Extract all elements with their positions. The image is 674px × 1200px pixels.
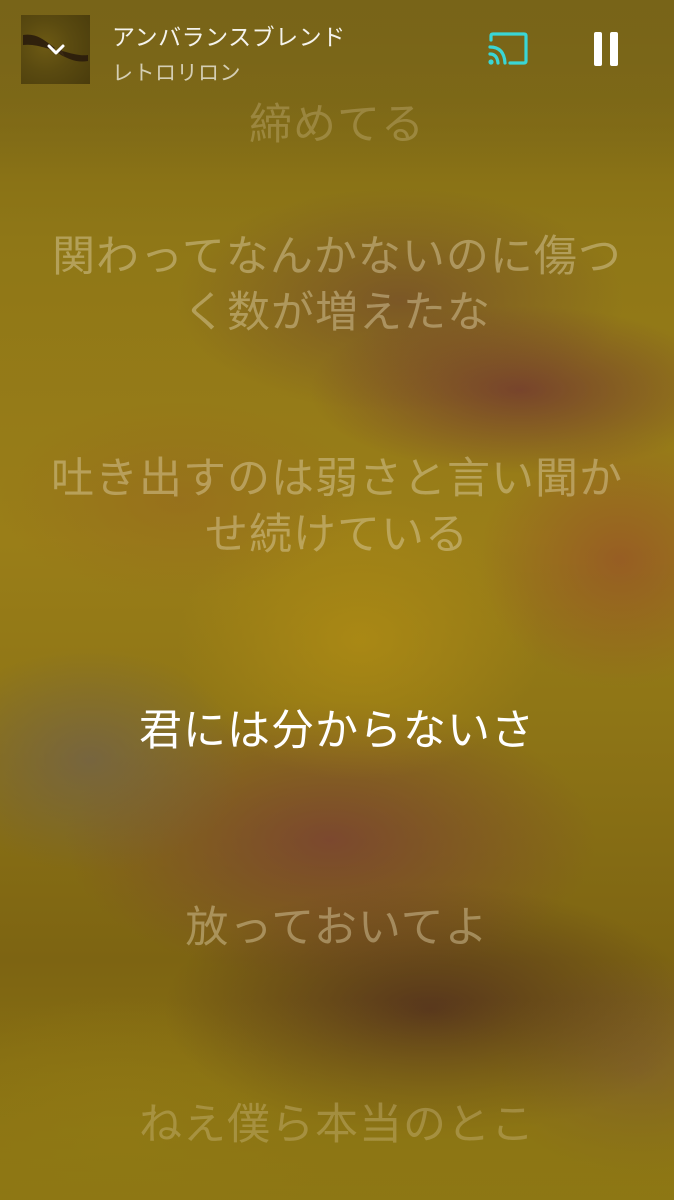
lyric-line[interactable]: 放っておいてよ [0, 900, 674, 956]
now-playing-header: アンバランスブレンド レトロリロン [0, 0, 674, 100]
lyric-line-previous-text: 締めてる [249, 100, 425, 143]
cast-button[interactable] [486, 30, 530, 68]
collapse-button[interactable] [21, 15, 90, 84]
lyrics-screen: 締めてる 関わってなんかないのに傷つく数が増えたな 吐き出すのは弱さと言い聞かせ… [0, 0, 674, 1200]
lyric-line-previous[interactable]: 締めてる [0, 93, 674, 143]
cast-icon [488, 32, 528, 65]
pause-icon [594, 32, 618, 66]
chevron-down-icon [47, 44, 64, 54]
lyric-line[interactable]: 関わってなんかないのに傷つく数が増えたな [0, 229, 674, 341]
song-artist[interactable]: レトロリロン [112, 57, 241, 87]
pause-button[interactable] [586, 28, 626, 70]
lyric-line-current[interactable]: 君には分からないさ [0, 703, 674, 759]
song-title[interactable]: アンバランスブレンド [112, 18, 346, 52]
lyric-line[interactable]: 吐き出すのは弱さと言い聞かせ続けている [0, 451, 674, 563]
lyric-line[interactable]: ねえ僕ら本当のとこ [0, 1097, 674, 1153]
